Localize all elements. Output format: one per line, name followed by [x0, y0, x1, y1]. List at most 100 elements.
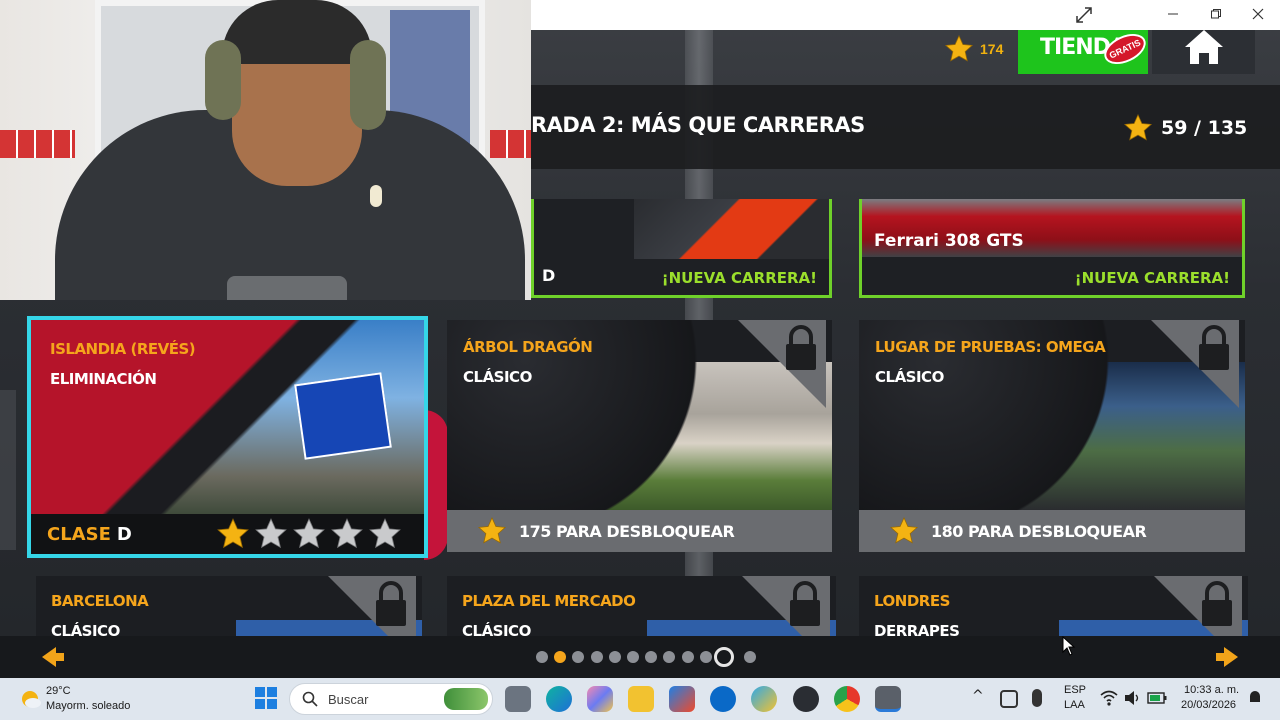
- card-footer: CLASE D: [31, 514, 424, 554]
- language-top[interactable]: ESP: [1064, 684, 1086, 696]
- arrow-left-icon[interactable]: [40, 646, 66, 668]
- new-race-badge: ¡NUEVA CARRERA!: [661, 269, 817, 287]
- microphone-icon[interactable]: [1032, 689, 1042, 707]
- event-card-omega[interactable]: LUGAR DE PRUEBAS: OMEGA CLÁSICO 180 PARA…: [859, 320, 1245, 552]
- taskbar-search[interactable]: Buscar: [289, 683, 493, 715]
- card-location: LONDRES: [874, 592, 950, 610]
- screen: 174 TIENDA GRATIS RADA 2: MÁS QUE CARRER…: [0, 0, 1280, 720]
- event-card-plaza-mercado[interactable]: PLAZA DEL MERCADO CLÁSICO: [447, 576, 836, 636]
- tile-wall-left: [0, 130, 75, 158]
- event-card-top-left[interactable]: D ¡NUEVA CARRERA!: [531, 199, 832, 298]
- clock-date[interactable]: 20/03/2026: [1181, 699, 1236, 711]
- unlock-footer: 175 PARA DESBLOQUEAR: [447, 510, 832, 552]
- season-title-bar: RADA 2: MÁS QUE CARRERAS 59 / 135: [531, 85, 1280, 169]
- page-dot[interactable]: [572, 651, 585, 663]
- page-dot[interactable]: [536, 651, 548, 663]
- page-dot[interactable]: [681, 651, 694, 663]
- page-dot[interactable]: [627, 651, 639, 663]
- minimize-icon[interactable]: [1167, 8, 1179, 20]
- search-icon: [302, 691, 318, 707]
- star-icon: [944, 34, 974, 62]
- search-placeholder: Buscar: [328, 691, 369, 707]
- lock-icon: [1154, 576, 1242, 636]
- event-card-islandia[interactable]: ISLANDIA (REVÉS) ELIMINACIÓN CLASE D: [27, 316, 428, 558]
- page-dot[interactable]: [645, 651, 658, 663]
- window-titlebar: [531, 0, 1280, 30]
- event-card-top-right[interactable]: Ferrari 308 GTS ¡NUEVA CARRERA!: [859, 199, 1245, 298]
- card-mode: CLÁSICO: [51, 622, 120, 636]
- season-title: RADA 2: MÁS QUE CARRERAS: [531, 113, 865, 137]
- class-label: CLASE: [47, 523, 111, 545]
- weather-widget[interactable]: 29°C Mayorm. soleado: [16, 683, 146, 715]
- page-dot[interactable]: [554, 651, 567, 663]
- network-off-icon[interactable]: [1000, 690, 1018, 708]
- stars-count: 174: [980, 41, 1004, 57]
- copilot-icon[interactable]: [587, 686, 613, 712]
- webcam-overlay: [0, 0, 531, 300]
- chevron-up-icon[interactable]: ^: [972, 688, 984, 704]
- chrome-icon[interactable]: [834, 686, 860, 712]
- card-mode: CLÁSICO: [875, 368, 944, 386]
- game-app-icon[interactable]: [875, 686, 901, 712]
- season-progress: 59 / 135: [1123, 113, 1247, 143]
- clock-time[interactable]: 10:33 a. m.: [1184, 684, 1239, 696]
- headset-left: [205, 40, 241, 120]
- event-card-londres[interactable]: LONDRES DERRAPES: [859, 576, 1248, 636]
- weather-sun-icon: [22, 691, 41, 708]
- controller: [227, 276, 347, 300]
- battery-icon[interactable]: [1147, 691, 1167, 705]
- weather-desc: Mayorm. soleado: [46, 700, 131, 712]
- page-dot[interactable]: [663, 651, 676, 663]
- background-letter: [0, 390, 16, 550]
- maximize-icon[interactable]: [1210, 8, 1222, 20]
- page-dot[interactable]: [744, 651, 757, 663]
- card-location: PLAZA DEL MERCADO: [462, 592, 636, 610]
- lock-icon: [1151, 320, 1239, 408]
- page-dot-current[interactable]: [714, 647, 734, 667]
- card-mode: DERRAPES: [874, 622, 960, 636]
- star-empty-icon: [254, 518, 287, 549]
- page-dot[interactable]: [590, 651, 603, 663]
- unlock-requirement: 175 PARA DESBLOQUEAR: [519, 521, 735, 541]
- obs-icon[interactable]: [793, 686, 819, 712]
- close-icon[interactable]: [1252, 8, 1264, 20]
- star-icon: [1123, 113, 1153, 141]
- store-icon[interactable]: [669, 686, 695, 712]
- star-icon: [889, 516, 919, 544]
- file-explorer-icon[interactable]: [628, 686, 654, 712]
- new-race-badge: ¡NUEVA CARRERA!: [1074, 269, 1230, 287]
- class-value: D: [116, 523, 132, 545]
- season-progress-value: 59 / 135: [1161, 117, 1248, 139]
- lock-icon: [742, 576, 830, 636]
- weather-temp: 29°C: [46, 685, 71, 697]
- page-dot[interactable]: [608, 651, 621, 663]
- card-location: ISLANDIA (REVÉS): [50, 340, 196, 358]
- card-art: [634, 199, 829, 259]
- pager-bar: [0, 636, 1280, 678]
- task-view-icon[interactable]: [505, 686, 531, 712]
- home-icon: [1184, 30, 1223, 64]
- volume-icon[interactable]: [1124, 690, 1142, 706]
- windows-start-icon[interactable]: [254, 686, 278, 710]
- hp-icon[interactable]: [710, 686, 736, 712]
- lock-icon: [328, 576, 416, 636]
- arrow-right-icon[interactable]: [1214, 646, 1240, 668]
- language-bottom[interactable]: LAA: [1064, 699, 1085, 711]
- globe-app-icon[interactable]: [751, 686, 777, 712]
- windows-taskbar: 29°C Mayorm. soleado Buscar ^ ESP LAA 10…: [0, 678, 1280, 720]
- event-card-arbol-dragon[interactable]: ÁRBOL DRAGÓN CLÁSICO 175 PARA DESBLOQUEA…: [447, 320, 832, 552]
- card-mode: ELIMINACIÓN: [50, 370, 157, 388]
- tile-wall-right: [490, 130, 531, 158]
- edge-icon[interactable]: [546, 686, 572, 712]
- page-dot[interactable]: [699, 651, 712, 663]
- star-icon: [477, 516, 507, 544]
- wifi-icon[interactable]: [1100, 690, 1118, 706]
- event-card-barcelona[interactable]: BARCELONA CLÁSICO: [36, 576, 422, 636]
- notification-icon[interactable]: [1248, 690, 1262, 706]
- lock-icon: [738, 320, 826, 408]
- expand-icon[interactable]: [1075, 6, 1093, 24]
- card-location: BARCELONA: [51, 592, 149, 610]
- star-rating: [216, 517, 402, 551]
- card-mode: CLÁSICO: [463, 368, 532, 386]
- mouse-cursor-icon: [1062, 636, 1076, 656]
